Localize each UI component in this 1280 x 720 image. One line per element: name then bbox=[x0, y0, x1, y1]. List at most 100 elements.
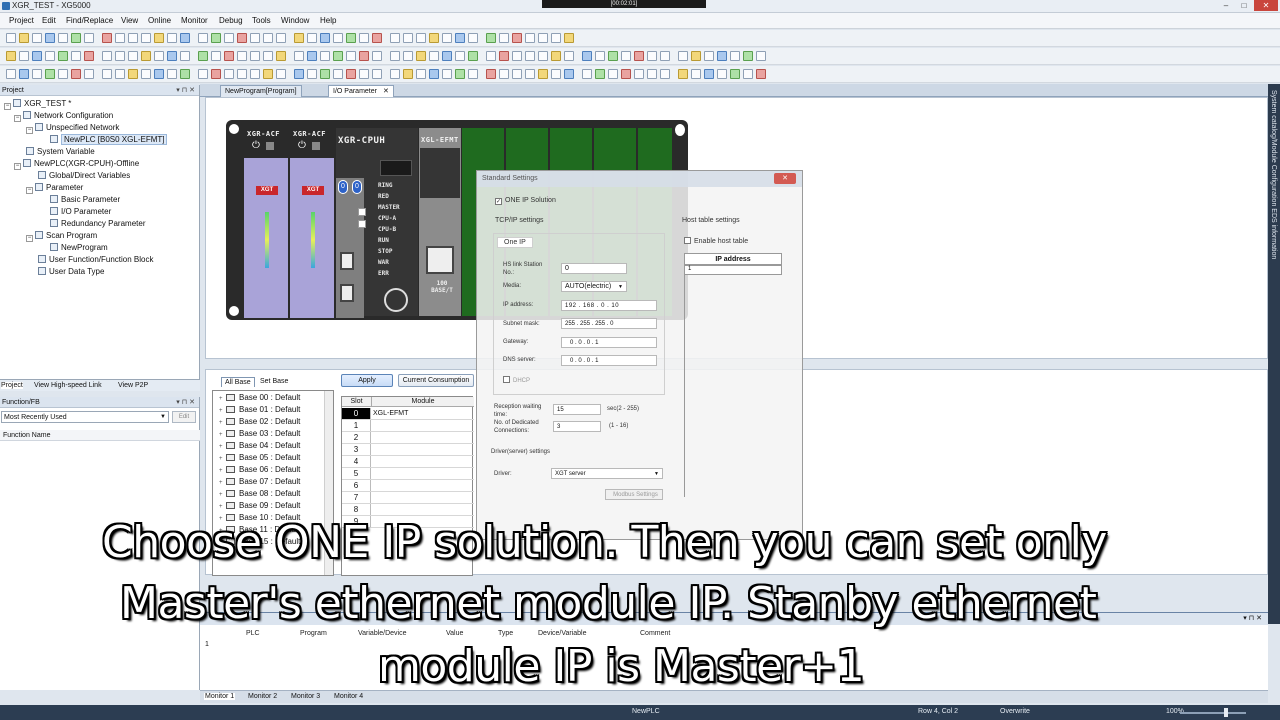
toolbar-tool-icon[interactable] bbox=[346, 33, 356, 43]
dhcp-checkbox[interactable]: DHCP bbox=[503, 376, 530, 384]
base-list-item[interactable]: + Base 09 : Default bbox=[219, 501, 300, 510]
toolbar-tool-icon[interactable] bbox=[19, 51, 29, 61]
expand-icon[interactable]: + bbox=[219, 468, 226, 474]
collapse-icon[interactable]: − bbox=[26, 187, 33, 194]
menu-tools[interactable]: Tools bbox=[252, 16, 271, 25]
slot-row[interactable]: 0 XGL-EFMT bbox=[342, 408, 474, 420]
toolbar-tool-icon[interactable] bbox=[6, 33, 16, 43]
tab-monitor-1[interactable]: Monitor 1 bbox=[204, 693, 236, 700]
toolbar-tool-icon[interactable] bbox=[346, 51, 356, 61]
media-select[interactable]: AUTO(electric) ▼ bbox=[561, 281, 627, 292]
toolbar-tool-icon[interactable] bbox=[756, 51, 766, 61]
toolbar-tool-icon[interactable] bbox=[442, 51, 452, 61]
tree-item-plc[interactable]: − NewPLC(XGR-CPUH)-Offline bbox=[14, 159, 139, 170]
toolbar-tool-icon[interactable] bbox=[276, 33, 286, 43]
slot-row[interactable]: 1 bbox=[342, 420, 474, 432]
tab-monitor-2[interactable]: Monitor 2 bbox=[248, 693, 277, 700]
toolbar-tool-icon[interactable] bbox=[263, 51, 273, 61]
rotary-switch-icon[interactable]: 0 bbox=[338, 180, 348, 194]
toolbar-tool-icon[interactable] bbox=[525, 33, 535, 43]
toolbar-tool-icon[interactable] bbox=[416, 69, 426, 79]
toolbar-tool-icon[interactable] bbox=[634, 69, 644, 79]
toolbar-tool-icon[interactable] bbox=[390, 51, 400, 61]
base-list-item[interactable]: + Base 02 : Default bbox=[219, 417, 300, 426]
toolbar-tool-icon[interactable] bbox=[128, 69, 138, 79]
collapse-icon[interactable]: − bbox=[4, 103, 11, 110]
slot-row[interactable]: 4 bbox=[342, 456, 474, 468]
toolbar-tool-icon[interactable] bbox=[429, 51, 439, 61]
toolbar-tool-icon[interactable] bbox=[525, 69, 535, 79]
minimize-button[interactable]: – bbox=[1218, 0, 1234, 11]
ip-address-input[interactable]: 192 . 168 . 0 . 10 bbox=[561, 300, 657, 311]
toolbar-tool-icon[interactable] bbox=[141, 69, 151, 79]
collapse-icon[interactable]: − bbox=[26, 235, 33, 242]
toolbar-tool-icon[interactable] bbox=[564, 69, 574, 79]
toolbar-tool-icon[interactable] bbox=[320, 33, 330, 43]
toolbar-tool-icon[interactable] bbox=[211, 69, 221, 79]
toolbar-tool-icon[interactable] bbox=[32, 69, 42, 79]
toolbar-tool-icon[interactable] bbox=[250, 51, 260, 61]
toolbar-tool-icon[interactable] bbox=[525, 51, 535, 61]
tree-item-project[interactable]: − XGR_TEST * bbox=[4, 99, 71, 110]
toolbar-tool-icon[interactable] bbox=[294, 51, 304, 61]
tree-item-newplc-module[interactable]: NewPLC [B0S0 XGL-EFMT] bbox=[50, 134, 168, 145]
tab-p2p[interactable]: View P2P bbox=[118, 382, 148, 389]
toolbar-tool-icon[interactable] bbox=[595, 51, 605, 61]
maximize-button[interactable]: □ bbox=[1236, 0, 1252, 11]
toolbar-tool-icon[interactable] bbox=[237, 69, 247, 79]
toolbar-tool-icon[interactable] bbox=[564, 51, 574, 61]
current-consumption-button[interactable]: Current Consumption bbox=[398, 374, 474, 387]
toolbar-tool-icon[interactable] bbox=[141, 51, 151, 61]
toolbar-tool-icon[interactable] bbox=[691, 51, 701, 61]
toolbar-tool-icon[interactable] bbox=[307, 33, 317, 43]
toolbar-tool-icon[interactable] bbox=[512, 51, 522, 61]
toolbar-tool-icon[interactable] bbox=[58, 51, 68, 61]
toolbar-tool-icon[interactable] bbox=[551, 51, 561, 61]
toolbar-tool-icon[interactable] bbox=[499, 51, 509, 61]
toolbar-tool-icon[interactable] bbox=[263, 33, 273, 43]
menu-online[interactable]: Online bbox=[148, 16, 171, 25]
toolbar-tool-icon[interactable] bbox=[403, 33, 413, 43]
menu-project[interactable]: Project bbox=[9, 16, 34, 25]
menu-edit[interactable]: Edit bbox=[42, 16, 56, 25]
toolbar-tool-icon[interactable] bbox=[660, 51, 670, 61]
toolbar-tool-icon[interactable] bbox=[180, 33, 190, 43]
expand-icon[interactable]: + bbox=[219, 480, 226, 486]
toolbar-tool-icon[interactable] bbox=[359, 69, 369, 79]
base-list-item[interactable]: + Base 04 : Default bbox=[219, 441, 300, 450]
tree-item-global-variables[interactable]: Global/Direct Variables bbox=[38, 171, 130, 180]
slot-row[interactable]: 8 bbox=[342, 504, 474, 516]
toolbar-tool-icon[interactable] bbox=[102, 69, 112, 79]
toolbar-tool-icon[interactable] bbox=[512, 33, 522, 43]
toolbar-tool-icon[interactable] bbox=[6, 51, 16, 61]
toolbar-tool-icon[interactable] bbox=[442, 33, 452, 43]
expand-icon[interactable]: + bbox=[219, 396, 226, 402]
toolbar-tool-icon[interactable] bbox=[486, 69, 496, 79]
toolbar-tool-icon[interactable] bbox=[180, 51, 190, 61]
menu-help[interactable]: Help bbox=[320, 16, 336, 25]
toolbar-tool-icon[interactable] bbox=[704, 69, 714, 79]
toolbar-tool-icon[interactable] bbox=[468, 51, 478, 61]
expand-icon[interactable]: + bbox=[219, 444, 226, 450]
toolbar-tool-icon[interactable] bbox=[276, 51, 286, 61]
toolbar-tool-icon[interactable] bbox=[211, 51, 221, 61]
rotary-switch-icon[interactable]: 0 bbox=[352, 180, 362, 194]
toolbar-tool-icon[interactable] bbox=[717, 69, 727, 79]
tree-item-unspecified-network[interactable]: − Unspecified Network bbox=[26, 123, 119, 134]
toolbar-tool-icon[interactable] bbox=[211, 33, 221, 43]
toolbar-tool-icon[interactable] bbox=[499, 33, 509, 43]
toolbar-tool-icon[interactable] bbox=[167, 69, 177, 79]
toolbar-tool-icon[interactable] bbox=[237, 33, 247, 43]
toolbar-tool-icon[interactable] bbox=[678, 69, 688, 79]
toolbar-tool-icon[interactable] bbox=[717, 51, 727, 61]
toolbar-tool-icon[interactable] bbox=[455, 51, 465, 61]
toolbar-tool-icon[interactable] bbox=[58, 33, 68, 43]
toolbar-tool-icon[interactable] bbox=[595, 69, 605, 79]
toolbar-tool-icon[interactable] bbox=[621, 69, 631, 79]
expand-icon[interactable]: + bbox=[219, 504, 226, 510]
tab-monitor-4[interactable]: Monitor 4 bbox=[334, 693, 363, 700]
expand-icon[interactable]: + bbox=[219, 408, 226, 414]
dedicated-connections-input[interactable]: 3 bbox=[553, 421, 601, 432]
base-list-item[interactable]: + Base 07 : Default bbox=[219, 477, 300, 486]
toolbar-tool-icon[interactable] bbox=[333, 69, 343, 79]
